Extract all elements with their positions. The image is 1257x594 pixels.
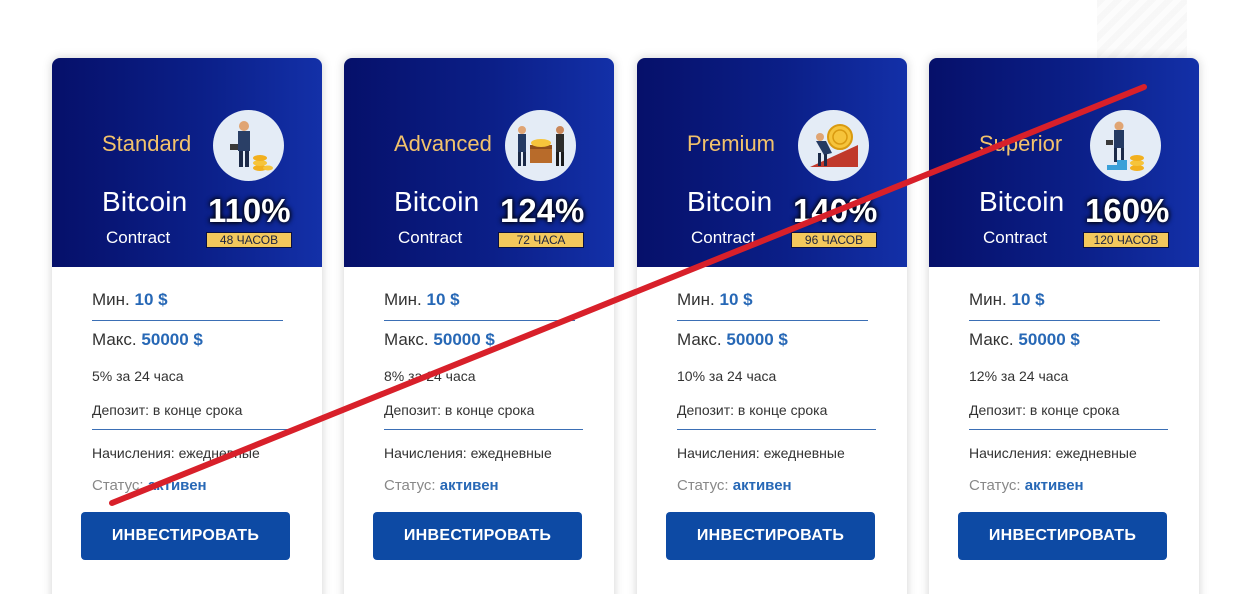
contract-subtitle: Contract: [691, 228, 756, 247]
plan-header: Standard Bitcoin Contract 110% 48 ЧАСОВ: [52, 58, 322, 267]
divider: [92, 429, 291, 430]
status-value: активен: [147, 477, 207, 494]
accrual-info: Начисления: ежедневные: [92, 445, 260, 461]
daily-rate: 12% за 24 часа: [969, 368, 1069, 384]
min-value: 10 $: [719, 290, 753, 309]
divider: [384, 320, 575, 321]
contract-title: Bitcoin: [687, 186, 773, 217]
status-value: активен: [439, 477, 499, 494]
status-value: активен: [1024, 477, 1084, 494]
deposit-info: Депозит: в конце срока: [384, 402, 535, 418]
min-value: 10 $: [426, 290, 460, 309]
divider: [969, 429, 1168, 430]
daily-rate: 5% за 24 часа: [92, 368, 184, 384]
return-percent: 110%: [208, 192, 291, 229]
invest-button[interactable]: ИНВЕСТИРОВАТЬ: [666, 512, 875, 560]
divider: [384, 429, 583, 430]
pricing-cards: Standard Bitcoin Contract 110% 48 ЧАСОВ: [0, 0, 1257, 594]
min-value: 10 $: [134, 290, 168, 309]
deposit-info: Депозит: в конце срока: [969, 402, 1120, 418]
return-percent: 140%: [793, 192, 878, 229]
accrual-info: Начисления: ежедневные: [969, 445, 1137, 461]
plan-name: Superior: [979, 131, 1063, 156]
accrual-info: Начисления: ежедневные: [677, 445, 845, 461]
divider: [677, 320, 868, 321]
plan-card-superior: Superior Bitcoin Contract 160% 120 ЧАСОВ…: [929, 58, 1199, 594]
contract-title: Bitcoin: [394, 186, 480, 217]
return-percent: 160%: [1085, 192, 1170, 229]
plan-card-standard: Standard Bitcoin Contract 110% 48 ЧАСОВ: [52, 58, 322, 594]
min-value: 10 $: [1011, 290, 1045, 309]
divider: [677, 429, 876, 430]
max-amount: Макс. 50000 $: [677, 330, 788, 349]
contract-title: Bitcoin: [979, 186, 1065, 217]
max-amount: Макс. 50000 $: [384, 330, 495, 349]
plan-header: Superior Bitcoin Contract 160% 120 ЧАСОВ: [929, 58, 1199, 267]
duration-badge: 48 ЧАСОВ: [206, 232, 292, 248]
contract-subtitle: Contract: [398, 228, 463, 247]
plan-name: Premium: [687, 131, 776, 156]
min-amount: Мин. 10 $: [92, 290, 168, 309]
contract-subtitle: Contract: [983, 228, 1048, 247]
contract-title: Bitcoin: [102, 186, 188, 217]
duration-badge: 96 ЧАСОВ: [791, 232, 877, 248]
max-amount: Макс. 50000 $: [92, 330, 203, 349]
man-pushing-coin-icon: [798, 110, 869, 181]
plan-header: Premium Bitcoin Contract 140% 96 ЧАСОВ: [637, 58, 907, 267]
divider: [969, 320, 1160, 321]
max-amount: Макс. 50000 $: [969, 330, 1080, 349]
accrual-info: Начисления: ежедневные: [384, 445, 552, 461]
deposit-info: Депозит: в конце срока: [92, 402, 243, 418]
plan-card-premium: Premium Bitcoin Contract 140% 96 ЧАСОВ М…: [637, 58, 907, 594]
partners-chest-icon: [505, 110, 576, 181]
divider: [92, 320, 283, 321]
max-value: 50000 $: [726, 330, 788, 349]
plan-name: Advanced: [394, 131, 492, 156]
deposit-info: Депозит: в конце срока: [677, 402, 828, 418]
daily-rate: 8% за 24 часа: [384, 368, 476, 384]
daily-rate: 10% за 24 часа: [677, 368, 777, 384]
businessman-stairs-icon: [1090, 110, 1161, 181]
businessman-coins-icon: [213, 110, 284, 181]
status: Статус: активен: [677, 477, 792, 494]
invest-button[interactable]: ИНВЕСТИРОВАТЬ: [373, 512, 582, 560]
max-value: 50000 $: [141, 330, 203, 349]
min-amount: Мин. 10 $: [677, 290, 753, 309]
duration-badge: 72 ЧАСА: [498, 232, 584, 248]
invest-button[interactable]: ИНВЕСТИРОВАТЬ: [81, 512, 290, 560]
min-amount: Мин. 10 $: [384, 290, 460, 309]
invest-button[interactable]: ИНВЕСТИРОВАТЬ: [958, 512, 1167, 560]
status: Статус: активен: [384, 477, 499, 494]
max-value: 50000 $: [433, 330, 495, 349]
plan-card-advanced: Advanced Bitcoin Contract 124% 72 ЧАСА М…: [344, 58, 614, 594]
plan-name: Standard: [102, 131, 192, 156]
duration-badge: 120 ЧАСОВ: [1083, 232, 1169, 248]
status-value: активен: [732, 477, 792, 494]
return-percent: 124%: [500, 192, 585, 229]
max-value: 50000 $: [1018, 330, 1080, 349]
contract-subtitle: Contract: [106, 228, 171, 247]
status: Статус: активен: [969, 477, 1084, 494]
min-amount: Мин. 10 $: [969, 290, 1045, 309]
status: Статус: активен: [92, 477, 207, 494]
plan-header: Advanced Bitcoin Contract 124% 72 ЧАСА: [344, 58, 614, 267]
